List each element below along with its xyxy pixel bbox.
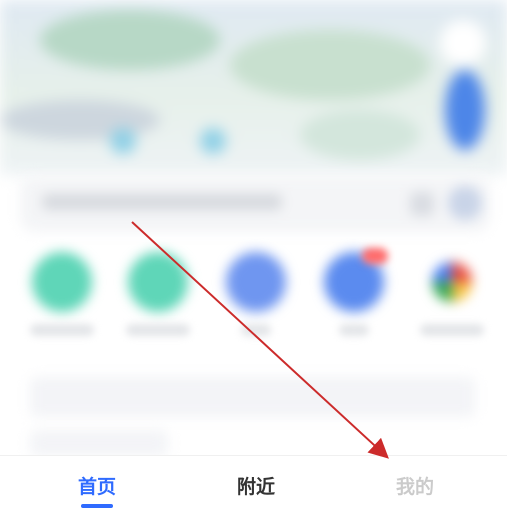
shortcut-label bbox=[339, 324, 369, 336]
search-placeholder bbox=[42, 194, 282, 210]
tab-nearby[interactable]: 附近 bbox=[196, 456, 316, 516]
shortcut-row bbox=[0, 246, 507, 346]
shortcut-item[interactable] bbox=[216, 246, 296, 346]
teal-circle-icon bbox=[128, 252, 188, 312]
blurred-home-content bbox=[0, 0, 507, 455]
tab-home-label: 首页 bbox=[77, 476, 116, 498]
colorful-grid-icon bbox=[432, 262, 472, 302]
watermark bbox=[388, 470, 480, 500]
map-view[interactable] bbox=[0, 0, 507, 175]
shortcut-label bbox=[420, 324, 484, 336]
content-card bbox=[30, 377, 475, 417]
content-card bbox=[30, 430, 168, 455]
active-tab-indicator bbox=[81, 504, 113, 508]
search-bar[interactable] bbox=[20, 176, 490, 232]
tab-home[interactable]: 首页 bbox=[37, 456, 157, 516]
red-badge bbox=[362, 248, 388, 264]
teal-circle-icon bbox=[32, 252, 92, 312]
shortcut-label bbox=[30, 324, 94, 336]
shortcut-item[interactable] bbox=[314, 246, 394, 346]
shortcut-item[interactable] bbox=[22, 246, 102, 346]
shortcut-item[interactable] bbox=[118, 246, 198, 346]
shortcut-item[interactable] bbox=[412, 246, 492, 346]
mic-icon[interactable] bbox=[410, 192, 434, 216]
shortcut-label bbox=[241, 324, 271, 336]
shortcut-label bbox=[126, 324, 190, 336]
avatar[interactable] bbox=[448, 186, 482, 220]
blue-circle-icon bbox=[226, 252, 286, 312]
tab-nearby-label: 附近 bbox=[236, 476, 275, 498]
